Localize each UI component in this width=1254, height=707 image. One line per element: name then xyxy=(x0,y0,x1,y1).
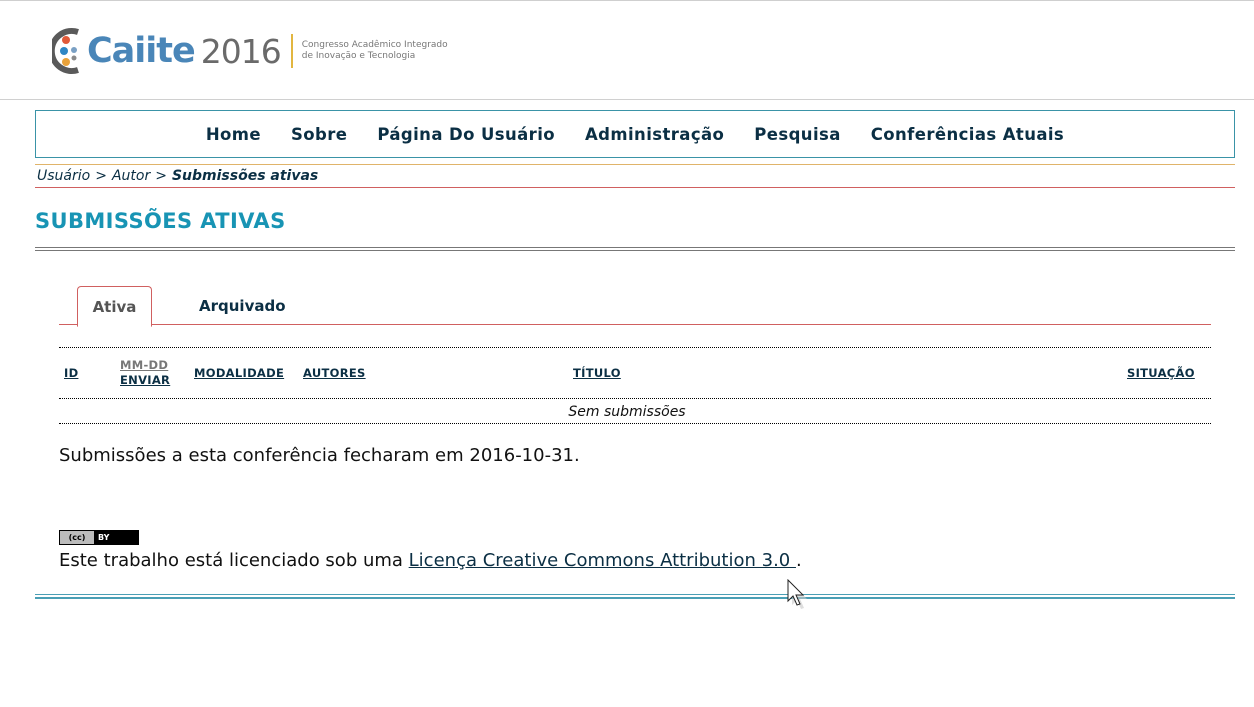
mouse-pointer-icon xyxy=(787,579,807,609)
site-header: Caiite 2016 Congresso Acadêmico Integrad… xyxy=(0,1,1254,100)
table-bottom-rule xyxy=(59,423,1211,424)
nav-search[interactable]: Pesquisa xyxy=(754,125,840,144)
main-navigation: Home Sobre Página Do Usuário Administraç… xyxy=(35,110,1235,158)
license-suffix: . xyxy=(795,550,802,571)
license-notice: Este trabalho está licenciado sob uma Li… xyxy=(59,550,802,571)
page-title: SUBMISSÕES ATIVAS xyxy=(35,209,286,233)
table-top-rule xyxy=(59,347,1211,348)
title-divider xyxy=(35,247,1235,251)
cc-badge-right: BY xyxy=(98,533,110,542)
table-header-rule xyxy=(59,398,1211,399)
column-header-modality[interactable]: MODALIDADE xyxy=(194,366,284,380)
creative-commons-by-icon[interactable]: (cc) BY xyxy=(59,530,139,545)
nav-home[interactable]: Home xyxy=(206,125,261,144)
site-logo[interactable]: Caiite 2016 Congresso Acadêmico Integrad… xyxy=(52,23,448,79)
column-header-status[interactable]: SITUAÇÃO xyxy=(1127,366,1195,380)
nav-current-conferences[interactable]: Conferências Atuais xyxy=(871,125,1064,144)
logo-tagline-line2: de Inovação e Tecnologia xyxy=(301,51,416,61)
nav-user-home[interactable]: Página Do Usuário xyxy=(377,125,555,144)
column-header-date: MM-DD ENVIAR xyxy=(120,358,170,388)
license-link[interactable]: Licença Creative Commons Attribution 3.0 xyxy=(409,550,796,571)
column-header-authors[interactable]: AUTORES xyxy=(303,366,366,380)
breadcrumb-author[interactable]: Autor xyxy=(112,168,150,184)
caiite-logo-icon xyxy=(52,28,79,74)
logo-year-text: 2016 xyxy=(200,31,282,71)
nav-administration[interactable]: Administração xyxy=(585,125,724,144)
tab-archived[interactable]: Arquivado xyxy=(199,297,286,315)
cc-badge-left: (cc) xyxy=(60,531,94,544)
column-header-date-mmdd[interactable]: MM-DD xyxy=(120,358,170,373)
logo-tagline-line1: Congresso Acadêmico Integrado xyxy=(301,40,448,50)
tab-active[interactable]: Ativa xyxy=(77,286,152,327)
submissions-closed-notice: Submissões a esta conferência fecharam e… xyxy=(59,445,580,466)
logo-separator xyxy=(290,34,293,68)
breadcrumb-separator: > xyxy=(155,168,167,184)
footer-divider xyxy=(35,594,1235,599)
tabs-baseline xyxy=(59,324,1211,325)
breadcrumb-bottom-rule xyxy=(35,187,1235,188)
logo-tagline: Congresso Acadêmico Integrado de Inovaçã… xyxy=(302,40,448,62)
column-header-date-submit[interactable]: ENVIAR xyxy=(120,373,170,388)
empty-table-message: Sem submissões xyxy=(568,404,686,420)
column-header-title[interactable]: TÍTULO xyxy=(573,366,621,380)
column-header-id[interactable]: ID xyxy=(64,366,78,380)
breadcrumb-user[interactable]: Usuário xyxy=(37,168,90,184)
breadcrumb: Usuário > Autor > Submissões ativas xyxy=(37,168,318,184)
breadcrumb-top-rule xyxy=(35,164,1235,165)
license-prefix: Este trabalho está licenciado sob uma xyxy=(59,550,409,571)
breadcrumb-separator: > xyxy=(95,168,107,184)
nav-about[interactable]: Sobre xyxy=(291,125,347,144)
breadcrumb-current[interactable]: Submissões ativas xyxy=(172,168,318,184)
logo-brand-text: Caiite xyxy=(87,31,196,71)
